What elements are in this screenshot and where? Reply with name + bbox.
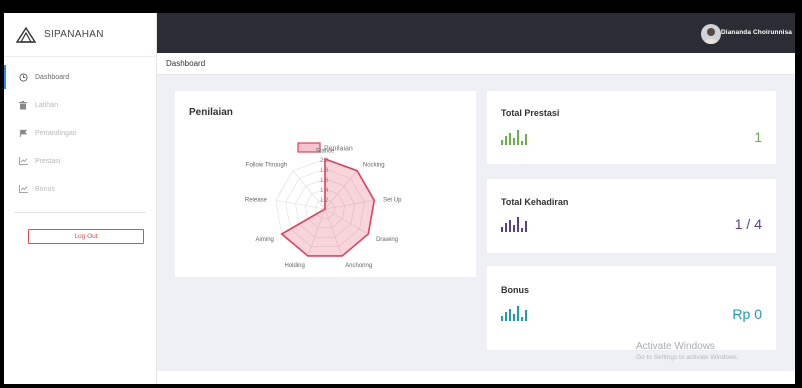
bar-glyph bbox=[521, 317, 523, 321]
radar-axis-label: Nocking bbox=[363, 162, 385, 168]
prestasi-value: 1 bbox=[754, 129, 762, 145]
bar-chart-icon bbox=[501, 216, 527, 232]
radar-axis-label: Anchoring bbox=[345, 263, 372, 269]
sidebar-divider bbox=[14, 212, 146, 213]
bar-glyph bbox=[509, 133, 511, 145]
logo-icon bbox=[16, 26, 36, 43]
radar-axis-label: Aiming bbox=[256, 237, 274, 243]
line-chart-icon bbox=[18, 156, 28, 166]
top-bar: Diananda Choirunnisa bbox=[157, 13, 795, 53]
sidebar-item-label: Dashboard bbox=[35, 73, 70, 81]
line-chart-icon bbox=[18, 184, 28, 194]
activate-windows-title: Activate Windows bbox=[636, 341, 715, 352]
sidebar-item-label: Prestasi bbox=[35, 157, 61, 165]
sidebar-item-latihan[interactable]: Latihan bbox=[4, 91, 156, 119]
bar-glyph bbox=[525, 310, 527, 321]
bar-glyph bbox=[525, 134, 527, 145]
prestasi-title: Total Prestasi bbox=[501, 108, 560, 118]
bar-chart-icon bbox=[501, 129, 527, 145]
bar-glyph bbox=[513, 314, 515, 321]
bar-glyph bbox=[517, 130, 519, 145]
radar-axis-label: Release bbox=[245, 197, 268, 203]
bar-glyph bbox=[505, 223, 507, 232]
radar-axis-label: Stance bbox=[316, 149, 335, 155]
user-name[interactable]: Diananda Choirunnisa bbox=[721, 29, 792, 36]
sidebar-item-bonus[interactable]: Bonus bbox=[4, 175, 156, 203]
bar-glyph bbox=[513, 225, 515, 232]
bonus-card: Bonus Rp 0 bbox=[487, 266, 776, 350]
bar-glyph bbox=[505, 312, 507, 321]
clock-icon bbox=[18, 72, 28, 82]
bar-glyph bbox=[525, 221, 527, 232]
sidebar-item-prestasi[interactable]: Prestasi bbox=[4, 147, 156, 175]
sidebar-nav: Dashboard Latihan Pertandingan Prestasi bbox=[4, 63, 156, 203]
kehadiran-card: Total Kehadiran 1 / 4 bbox=[487, 179, 776, 253]
sidebar-item-pertandingan[interactable]: Pertandingan bbox=[4, 119, 156, 147]
bar-chart-icon bbox=[501, 305, 527, 321]
bar-glyph bbox=[509, 220, 511, 232]
bar-glyph bbox=[521, 228, 523, 232]
bar-glyph bbox=[517, 217, 519, 232]
radar-axis-line bbox=[275, 199, 326, 210]
footer bbox=[157, 371, 795, 384]
radar-axis-label: Holding bbox=[284, 263, 304, 269]
bar-glyph bbox=[501, 227, 503, 232]
penilaian-card: Penilaian Penilaian 2.0 1.8 1.6 1.4 1.2 Stan… bbox=[175, 91, 476, 277]
bar-glyph bbox=[517, 306, 519, 321]
radar-chart: Penilaian 2.01.81.61.41.2 StanceNockingS… bbox=[245, 142, 402, 269]
flag-icon bbox=[18, 128, 28, 138]
app-window: SIPANAHAN Dashboard Latihan Pertandingan bbox=[4, 13, 795, 384]
radar-axis-label: Set Up bbox=[383, 197, 402, 203]
brand[interactable]: SIPANAHAN bbox=[4, 13, 156, 57]
bar-glyph bbox=[513, 138, 515, 145]
bar-glyph bbox=[501, 140, 503, 145]
bar-glyph bbox=[501, 316, 503, 321]
sidebar-item-dashboard[interactable]: Dashboard bbox=[4, 63, 156, 91]
bonus-value: Rp 0 bbox=[732, 306, 762, 322]
bar-glyph bbox=[505, 136, 507, 145]
radar-axis-label: Follow Through bbox=[246, 162, 287, 168]
bar-glyph bbox=[509, 309, 511, 321]
trash-icon bbox=[18, 100, 28, 110]
app-name: SIPANAHAN bbox=[44, 29, 104, 40]
bar-glyph bbox=[521, 141, 523, 145]
sidebar: SIPANAHAN Dashboard Latihan Pertandingan bbox=[4, 13, 157, 384]
radar-axis-label: Drawing bbox=[376, 237, 398, 243]
sidebar-item-label: Bonus bbox=[35, 185, 55, 193]
logout-button[interactable]: Log Out bbox=[28, 229, 144, 244]
kehadiran-title: Total Kehadiran bbox=[501, 197, 569, 207]
bonus-title: Bonus bbox=[501, 285, 529, 295]
breadcrumb: Dashboard bbox=[157, 53, 795, 75]
sidebar-item-label: Pertandingan bbox=[35, 129, 77, 137]
avatar[interactable] bbox=[701, 24, 721, 44]
prestasi-card: Total Prestasi 1 bbox=[487, 91, 776, 164]
kehadiran-value: 1 / 4 bbox=[734, 216, 762, 232]
sidebar-item-label: Latihan bbox=[35, 101, 58, 109]
activate-windows-hint[interactable]: Go to Settings to activate Windows. bbox=[636, 354, 739, 361]
